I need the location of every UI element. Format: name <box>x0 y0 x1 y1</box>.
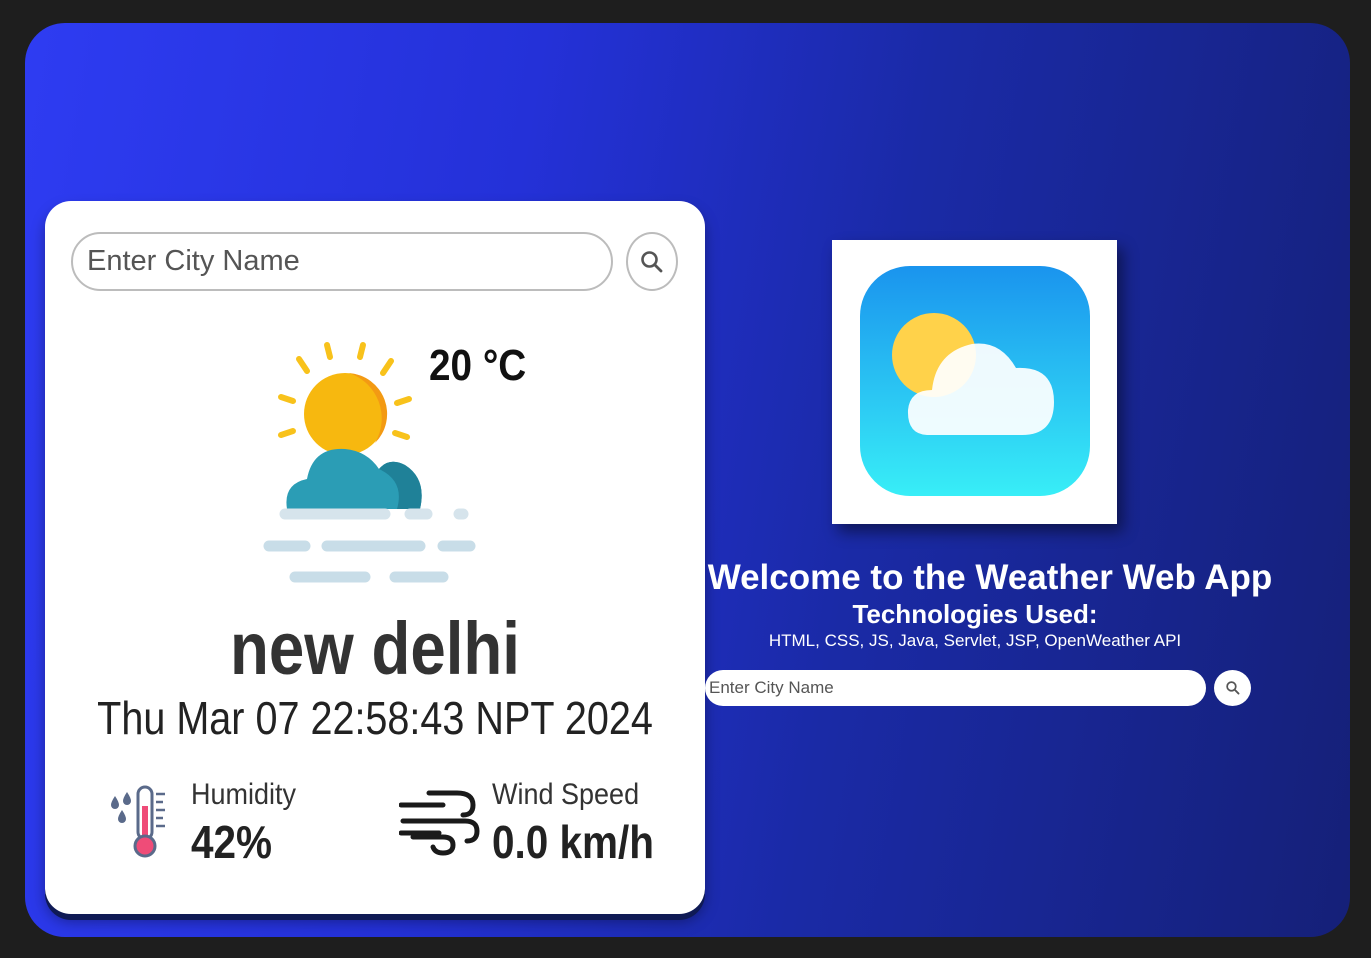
city-search-input[interactable] <box>71 232 613 291</box>
welcome-title: Welcome to the Weather Web App <box>707 558 1273 597</box>
city-name: new delhi <box>230 607 520 690</box>
technologies-heading: Technologies Used: <box>852 599 1098 629</box>
temperature-value: 20 °C <box>429 341 527 390</box>
wind-speed-value: 0.0 km/h <box>492 816 655 868</box>
humidity-label: Humidity <box>191 778 297 811</box>
search-icon <box>641 250 663 272</box>
humidity-thermometer-icon <box>111 785 165 858</box>
humidity-value: 42% <box>191 816 273 868</box>
welcome-city-search-input[interactable] <box>705 670 1206 706</box>
welcome-search-button[interactable] <box>1214 670 1251 706</box>
weather-app-logo-icon <box>860 266 1090 496</box>
search-icon <box>1225 681 1239 695</box>
wind-speed-label: Wind Speed <box>492 778 640 811</box>
app-logo <box>832 240 1117 524</box>
search-button[interactable] <box>626 232 678 291</box>
weather-card: 20 °C new delhi Thu Mar 07 22:58:43 NPT … <box>45 201 705 914</box>
technologies-list: HTML, CSS, JS, Java, Servlet, JSP, OpenW… <box>768 631 1182 650</box>
date-time: Thu Mar 07 22:58:43 NPT 2024 <box>97 692 653 744</box>
wind-icon <box>399 790 480 856</box>
